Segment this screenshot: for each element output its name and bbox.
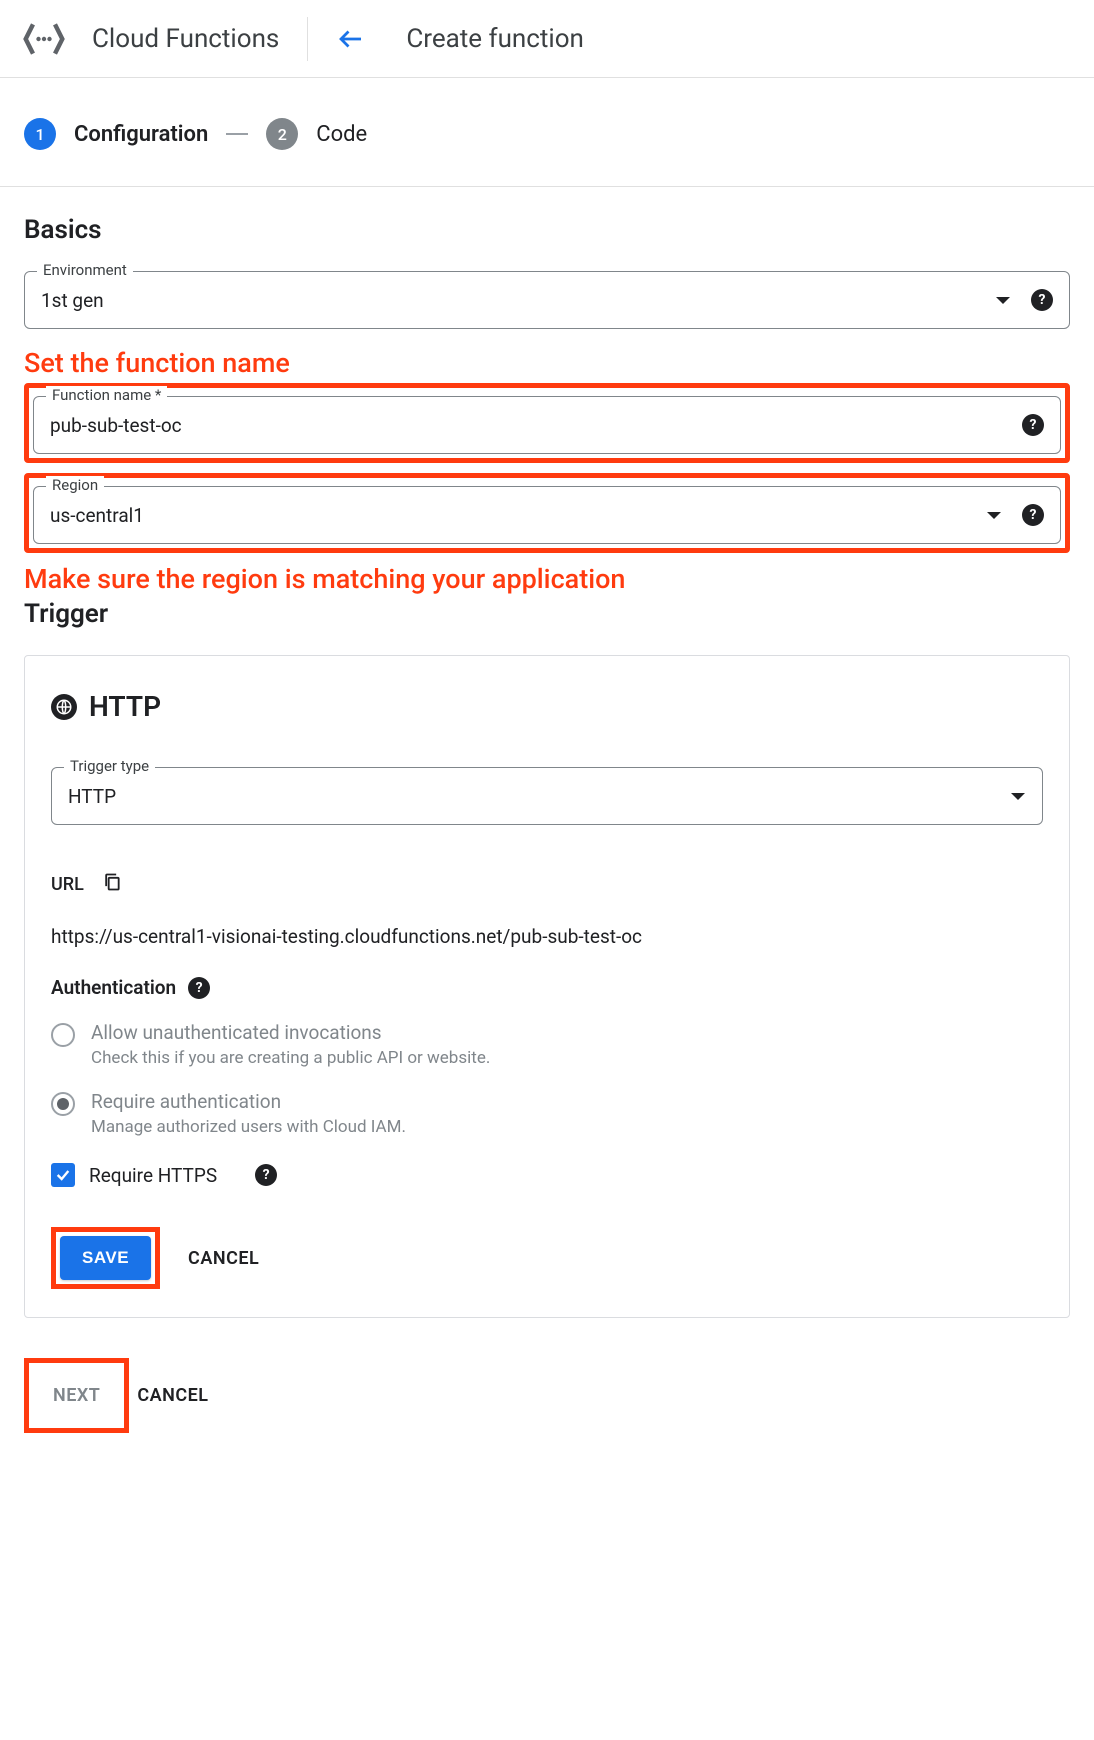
chevron-down-icon — [995, 291, 1011, 310]
trigger-card: HTTP Trigger type HTTP URL https://us-ce… — [24, 655, 1070, 1318]
app-header: Cloud Functions Create function — [0, 0, 1094, 78]
checkbox-icon — [51, 1163, 75, 1187]
divider — [307, 17, 308, 61]
save-button[interactable]: SAVE — [60, 1236, 151, 1280]
annotation-region: Make sure the region is matching your ap… — [24, 563, 1070, 595]
region-value: us-central1 — [50, 504, 986, 527]
step-1-circle[interactable]: 1 — [24, 118, 56, 150]
chevron-down-icon — [986, 506, 1002, 525]
region-label: Region — [46, 476, 104, 494]
trigger-head: HTTP — [51, 690, 1043, 723]
help-icon[interactable]: ? — [1022, 504, 1044, 526]
stepper: 1 Configuration 2 Code — [0, 78, 1094, 187]
cancel-button[interactable]: CANCEL — [188, 1248, 259, 1269]
help-icon[interactable]: ? — [255, 1164, 277, 1186]
radio-require-auth[interactable]: Require authentication Manage authorized… — [51, 1090, 1043, 1137]
trigger-type-label: Trigger type — [64, 757, 155, 775]
annotation-function-name: Set the function name — [24, 347, 1070, 379]
environment-value: 1st gen — [41, 289, 995, 312]
region-select[interactable]: Region us-central1 ? — [33, 486, 1061, 544]
help-icon[interactable]: ? — [1022, 414, 1044, 436]
radio-icon — [51, 1023, 75, 1047]
page-title: Create function — [406, 24, 584, 54]
product-title: Cloud Functions — [92, 24, 279, 54]
environment-label: Environment — [37, 261, 133, 279]
help-icon[interactable]: ? — [188, 977, 210, 999]
radio-unauth-desc: Check this if you are creating a public … — [91, 1048, 490, 1068]
help-icon[interactable]: ? — [1031, 289, 1053, 311]
radio-allow-unauth[interactable]: Allow unauthenticated invocations Check … — [51, 1021, 1043, 1068]
highlight-function-name: Function name * pub-sub-test-oc ? — [24, 383, 1070, 463]
url-row: URL — [51, 871, 1043, 897]
url-value: https://us-central1-visionai-testing.clo… — [51, 925, 1043, 948]
radio-auth-desc: Manage authorized users with Cloud IAM. — [91, 1117, 406, 1137]
basics-title: Basics — [24, 215, 1070, 245]
step-1-label[interactable]: Configuration — [74, 122, 208, 147]
globe-icon — [51, 694, 77, 720]
step-2-circle[interactable]: 2 — [266, 118, 298, 150]
radio-icon — [51, 1092, 75, 1116]
highlight-region: Region us-central1 ? — [24, 473, 1070, 553]
require-https-label: Require HTTPS — [89, 1164, 217, 1187]
url-label: URL — [51, 874, 84, 895]
next-button[interactable]: NEXT — [33, 1367, 120, 1424]
trigger-type-value: HTTP — [68, 785, 1010, 808]
radio-unauth-label: Allow unauthenticated invocations — [91, 1021, 490, 1044]
trigger-type-heading: HTTP — [89, 690, 161, 723]
function-name-input[interactable]: Function name * pub-sub-test-oc ? — [33, 396, 1061, 454]
chevron-down-icon — [1010, 787, 1026, 806]
copy-icon[interactable] — [102, 871, 122, 897]
function-name-label: Function name * — [46, 386, 167, 404]
radio-auth-label: Require authentication — [91, 1090, 406, 1113]
auth-head: Authentication ? — [51, 976, 1043, 999]
trigger-title: Trigger — [24, 599, 1070, 629]
require-https-checkbox[interactable]: Require HTTPS ? — [51, 1163, 1043, 1187]
cloud-functions-icon — [20, 15, 68, 63]
auth-title: Authentication — [51, 976, 176, 999]
step-dash — [226, 133, 248, 135]
back-arrow-icon[interactable] — [336, 24, 366, 54]
function-name-value: pub-sub-test-oc — [50, 414, 1022, 437]
cancel-button-footer[interactable]: CANCEL — [137, 1385, 208, 1406]
highlight-save: SAVE — [51, 1227, 160, 1289]
trigger-type-select[interactable]: Trigger type HTTP — [51, 767, 1043, 825]
highlight-next: NEXT — [24, 1358, 129, 1433]
step-2-label[interactable]: Code — [316, 122, 367, 147]
environment-select[interactable]: Environment 1st gen ? — [24, 271, 1070, 329]
